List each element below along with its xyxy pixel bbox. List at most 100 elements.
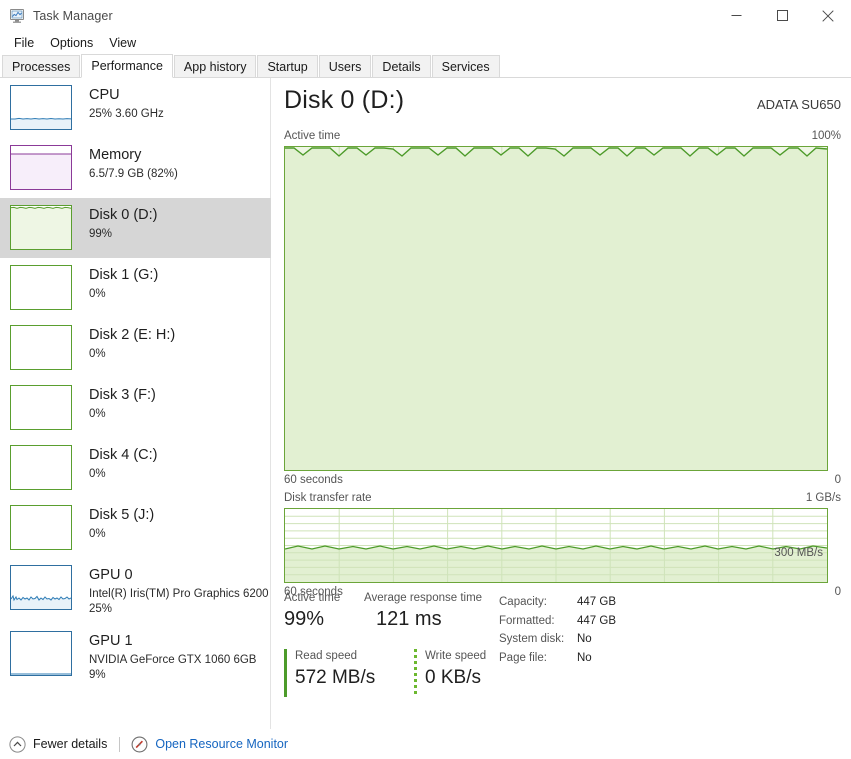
tab-users[interactable]: Users [318, 55, 372, 78]
sidebar-item-disk-2[interactable]: Disk 2 (E: H:) 0% [0, 318, 271, 378]
sidebar-item-text: Disk 3 (F:) 0% [89, 385, 156, 422]
sidebar-item-text: Disk 4 (C:) 0% [89, 445, 157, 482]
status-divider [119, 736, 121, 752]
sidebar-item-label: GPU 1 [89, 633, 133, 649]
read-speed-stat: Read speed 572 MB/s [284, 649, 392, 697]
sidebar-item-label: GPU 0 [89, 567, 133, 583]
sidebar-item-sub: Intel(R) Iris(TM) Pro Graphics 6200 [89, 588, 269, 600]
disk-4-thumbnail [10, 445, 72, 490]
fewer-details-button[interactable]: Fewer details [9, 735, 107, 753]
tab-strip: Processes Performance App history Startu… [0, 54, 851, 78]
menu-item-file[interactable]: File [7, 34, 43, 52]
sidebar-item-text: Memory 6.5/7.9 GB (82%) [89, 145, 178, 182]
tab-startup[interactable]: Startup [257, 55, 318, 78]
sidebar-item-disk-3[interactable]: Disk 3 (F:) 0% [0, 378, 271, 438]
sidebar-item-disk-5[interactable]: Disk 5 (J:) 0% [0, 498, 271, 558]
info-row: System disk: No [499, 630, 739, 649]
menu-bar: File Options View [0, 31, 851, 54]
minimize-button[interactable] [713, 0, 759, 31]
close-button[interactable] [805, 0, 851, 31]
sidebar-item-text: GPU 1 NVIDIA GeForce GTX 1060 6GB 9% [89, 631, 256, 683]
tab-performance[interactable]: Performance [81, 54, 173, 78]
tab-processes[interactable]: Processes [2, 55, 81, 78]
disk-detail-panel: Disk 0 (D:) ADATA SU650 Active time 100% [271, 78, 851, 753]
open-resource-monitor-label: Open Resource Monitor [155, 737, 289, 751]
sidebar-item-text: CPU 25% 3.60 GHz [89, 85, 164, 122]
transfer-rate-caption: Disk transfer rate [284, 492, 372, 504]
window-controls [713, 0, 851, 31]
disk-0-thumbnail [10, 205, 72, 250]
active-time-caption: Active time [284, 130, 341, 142]
active-time-xlabel: 60 seconds [284, 474, 343, 486]
open-resource-monitor-button[interactable]: Open Resource Monitor [131, 736, 288, 753]
transfer-rate-inline-label: 300 MB/s [774, 547, 823, 559]
sidebar-item-sub2: 9% [89, 669, 106, 681]
sidebar-item-cpu[interactable]: CPU 25% 3.60 GHz [0, 78, 271, 138]
info-value: No [577, 633, 592, 645]
memory-thumbnail [10, 145, 72, 190]
speed-stats: Read speed 572 MB/s Write speed 0 KB/s [284, 649, 486, 697]
sidebar-item-label: Disk 4 (C:) [89, 447, 158, 463]
info-row: Page file: No [499, 649, 739, 668]
sidebar-item-text: Disk 0 (D:) 99% [89, 205, 157, 242]
task-manager-icon [8, 8, 26, 24]
title-bar: Task Manager [0, 0, 851, 31]
tab-app-history[interactable]: App history [173, 55, 257, 78]
sidebar-item-disk-1[interactable]: Disk 1 (G:) 0% [0, 258, 271, 318]
write-speed-indicator [414, 649, 417, 697]
sidebar-item-text: Disk 1 (G:) 0% [89, 265, 158, 302]
maximize-button[interactable] [759, 0, 805, 31]
sidebar-item-sub: 0% [89, 468, 106, 480]
info-key: System disk: [499, 633, 565, 645]
sidebar-item-label: Disk 0 (D:) [89, 207, 158, 223]
sidebar-item-text: Disk 2 (E: H:) 0% [89, 325, 175, 362]
menu-item-view[interactable]: View [102, 34, 145, 52]
sidebar-item-gpu-0[interactable]: GPU 0 Intel(R) Iris(TM) Pro Graphics 620… [0, 558, 271, 624]
active-time-stat-label: Active time [284, 592, 341, 604]
sidebar-item-sub: 99% [89, 228, 113, 240]
active-time-min: 0 [834, 474, 841, 486]
info-key: Page file: [499, 651, 547, 664]
active-time-stat-value: 99% [284, 608, 325, 630]
sidebar-item-sub2: 25% [89, 603, 113, 615]
sidebar-item-text: GPU 0 Intel(R) Iris(TM) Pro Graphics 620… [89, 565, 269, 617]
disk-transfer-rate-graph: 300 MB/s [284, 508, 828, 583]
task-manager-window: Task Manager File Options View Processes… [0, 0, 851, 759]
disk-info-table: Capacity: 447 GB Formatted: 447 GB Syste… [499, 593, 739, 667]
active-time-graph [284, 146, 828, 471]
sidebar-item-disk-0[interactable]: Disk 0 (D:) 99% [0, 198, 271, 258]
tab-services[interactable]: Services [431, 55, 500, 78]
window-title: Task Manager [33, 8, 113, 23]
page-title: Disk 0 (D:) [284, 86, 405, 114]
write-speed-stat: Write speed 0 KB/s [414, 649, 486, 697]
info-value: 447 GB [577, 614, 616, 627]
gpu-1-thumbnail [10, 631, 72, 676]
sidebar-item-label: Disk 1 (G:) [89, 267, 159, 283]
cpu-thumbnail [10, 85, 72, 130]
sidebar-item-sub: 25% 3.60 GHz [89, 108, 164, 120]
sidebar-item-sub: 0% [89, 348, 106, 360]
write-speed-value: 0 KB/s [425, 667, 481, 688]
sidebar-item-label: CPU [89, 87, 120, 103]
active-time-max: 100% [811, 130, 841, 142]
active-time-stat: Active time 99% [284, 591, 372, 633]
read-speed-label: Read speed [295, 650, 358, 662]
resource-monitor-icon [131, 736, 148, 753]
sidebar-item-label: Disk 5 (J:) [89, 507, 155, 523]
sidebar-item-sub: 0% [89, 288, 106, 300]
sidebar-item-memory[interactable]: Memory 6.5/7.9 GB (82%) [0, 138, 271, 198]
write-speed-label: Write speed [425, 650, 487, 662]
tab-details[interactable]: Details [372, 55, 431, 78]
menu-item-options[interactable]: Options [43, 34, 102, 52]
disk-3-thumbnail [10, 385, 72, 430]
chevron-up-circle-icon [9, 735, 26, 753]
sidebar-item-gpu-1[interactable]: GPU 1 NVIDIA GeForce GTX 1060 6GB 9% [0, 624, 271, 690]
sidebar-item-disk-4[interactable]: Disk 4 (C:) 0% [0, 438, 271, 498]
sidebar-item-label: Disk 3 (F:) [89, 387, 156, 403]
disk-1-thumbnail [10, 265, 72, 310]
sidebar-item-sub: 0% [89, 408, 106, 420]
sidebar-item-sub: 0% [89, 528, 106, 540]
transfer-rate-max: 1 GB/s [805, 492, 841, 504]
disk-5-thumbnail [10, 505, 72, 550]
disk-2-thumbnail [10, 325, 72, 370]
